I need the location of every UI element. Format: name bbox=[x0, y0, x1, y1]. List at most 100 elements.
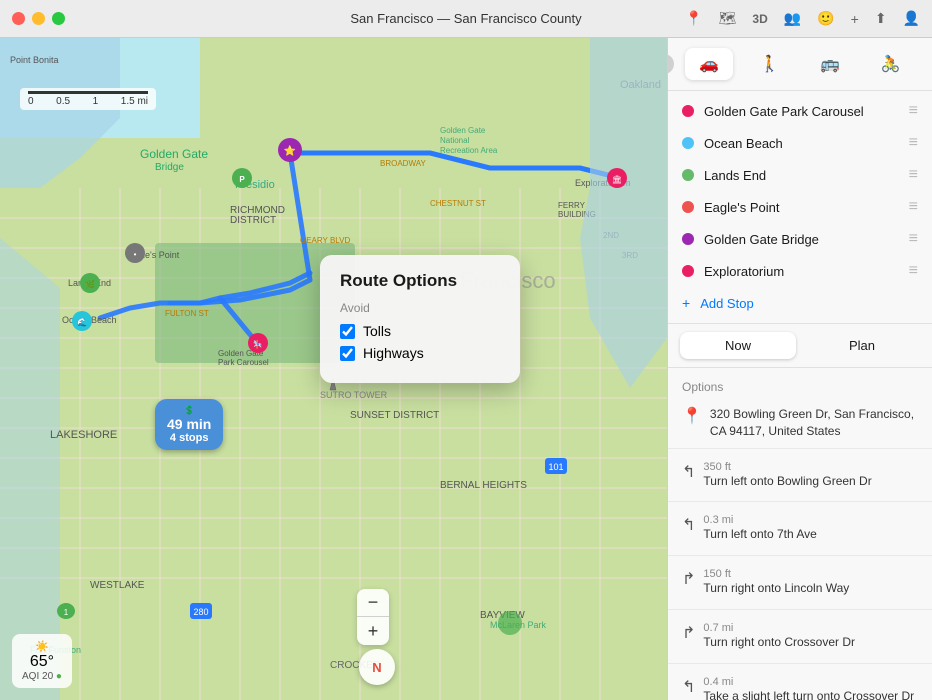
stop-name-lands-end: Lands End bbox=[704, 168, 899, 183]
add-stop-icon: + bbox=[682, 295, 690, 311]
scale-label-1: 1 bbox=[93, 96, 99, 107]
zoom-in-button[interactable]: − bbox=[357, 589, 389, 617]
route-time-badge[interactable]: 💲 49 min 4 stops bbox=[155, 399, 223, 450]
svg-text:SUNSET DISTRICT: SUNSET DISTRICT bbox=[350, 410, 439, 421]
drag-handle-gg-bridge[interactable]: ≡ bbox=[909, 230, 918, 248]
step-dist-2: 0.3 mi bbox=[703, 514, 816, 526]
stop-item-lands-end[interactable]: Lands End ≡ bbox=[668, 159, 932, 191]
right-panel: ✕ 🚗 🚶 🚌 🚴 Golden Gate Park Carousel ≡ Oc… bbox=[667, 38, 932, 700]
route-time: 49 min bbox=[167, 416, 211, 432]
drag-handle-ocean-beach[interactable]: ≡ bbox=[909, 134, 918, 152]
3d-button[interactable]: 3D bbox=[752, 12, 767, 26]
stop-item-eagles-point[interactable]: Eagle's Point ≡ bbox=[668, 191, 932, 223]
maximize-button[interactable] bbox=[52, 12, 65, 25]
titlebar: San Francisco — San Francisco County 📍 🗺… bbox=[0, 0, 932, 38]
stop-dot-exploratorium bbox=[682, 265, 694, 277]
add-button[interactable]: + bbox=[851, 11, 859, 27]
highways-checkbox[interactable] bbox=[340, 346, 355, 361]
stop-item-carousel[interactable]: Golden Gate Park Carousel ≡ bbox=[668, 95, 932, 127]
route-step-4: ↱ 0.7 mi Turn right onto Crossover Dr bbox=[668, 610, 932, 664]
drag-handle-lands-end[interactable]: ≡ bbox=[909, 166, 918, 184]
route-options-title: Route Options bbox=[340, 271, 500, 291]
tolls-checkbox[interactable] bbox=[340, 324, 355, 339]
svg-text:Golden Gate: Golden Gate bbox=[140, 147, 208, 161]
pin-icon[interactable]: 📍 bbox=[685, 10, 702, 27]
tab-walk[interactable]: 🚶 bbox=[746, 48, 794, 80]
svg-text:LAKESHORE: LAKESHORE bbox=[50, 429, 117, 441]
stop-item-gg-bridge[interactable]: Golden Gate Bridge ≡ bbox=[668, 223, 932, 255]
highways-option[interactable]: Highways bbox=[340, 345, 500, 361]
aqi-label: AQI 20 bbox=[22, 671, 53, 682]
svg-text:🎠: 🎠 bbox=[253, 339, 263, 349]
step-text-4: Turn right onto Crossover Dr bbox=[703, 634, 855, 651]
turn-left-icon-5: ↰ bbox=[682, 677, 695, 697]
start-pin-icon: 📍 bbox=[682, 406, 702, 426]
svg-text:101: 101 bbox=[548, 462, 563, 472]
stop-dot-eagles-point bbox=[682, 201, 694, 213]
people-icon[interactable]: 👥 bbox=[784, 10, 801, 27]
tab-transit[interactable]: 🚌 bbox=[806, 48, 854, 80]
tolls-label: Tolls bbox=[363, 323, 391, 339]
stop-item-ocean-beach[interactable]: Ocean Beach ≡ bbox=[668, 127, 932, 159]
step-dist-3: 150 ft bbox=[703, 568, 849, 580]
zoom-out-button[interactable]: + bbox=[357, 617, 389, 645]
svg-text:280: 280 bbox=[193, 607, 208, 617]
svg-text:GEARY BLVD: GEARY BLVD bbox=[300, 236, 350, 245]
add-stop-label: Add Stop bbox=[700, 296, 754, 311]
route-step-5: ↰ 0.4 mi Take a slight left turn onto Cr… bbox=[668, 664, 932, 700]
stop-dot-gg-bridge bbox=[682, 233, 694, 245]
step-detail-5: ↰ 0.4 mi Take a slight left turn onto Cr… bbox=[682, 672, 918, 700]
svg-text:•: • bbox=[134, 250, 137, 259]
close-button[interactable] bbox=[12, 12, 25, 25]
share-icon[interactable]: ⬆ bbox=[875, 10, 887, 27]
stop-dot-ocean-beach bbox=[682, 137, 694, 149]
tab-bike[interactable]: 🚴 bbox=[867, 48, 915, 80]
step-detail-2: ↰ 0.3 mi Turn left onto 7th Ave bbox=[682, 510, 918, 547]
scale-label-1-5: 1.5 mi bbox=[121, 96, 148, 107]
route-options-popup: Route Options Avoid Tolls Highways bbox=[320, 255, 520, 383]
minimize-button[interactable] bbox=[32, 12, 45, 25]
stop-name-carousel: Golden Gate Park Carousel bbox=[704, 104, 899, 119]
svg-text:FULTON ST: FULTON ST bbox=[165, 309, 209, 318]
route-step-1: ↰ 350 ft Turn left onto Bowling Green Dr bbox=[668, 449, 932, 503]
window-title: San Francisco — San Francisco County bbox=[350, 11, 581, 26]
svg-text:🌿: 🌿 bbox=[85, 279, 95, 289]
svg-text:Golden Gate: Golden Gate bbox=[440, 126, 486, 135]
titlebar-icons: 📍 🗺 3D 👥 🙂 + ⬆ 👤 bbox=[685, 10, 920, 27]
turn-left-icon-2: ↰ bbox=[682, 515, 695, 535]
svg-text:WESTLAKE: WESTLAKE bbox=[90, 580, 145, 591]
zoom-controls: − + bbox=[357, 589, 389, 645]
drag-handle-carousel[interactable]: ≡ bbox=[909, 102, 918, 120]
drag-handle-eagles-point[interactable]: ≡ bbox=[909, 198, 918, 216]
svg-text:P: P bbox=[239, 175, 245, 184]
step-detail-4: ↱ 0.7 mi Turn right onto Crossover Dr bbox=[682, 618, 918, 655]
stop-name-exploratorium: Exploratorium bbox=[704, 264, 899, 279]
route-step-2: ↰ 0.3 mi Turn left onto 7th Ave bbox=[668, 502, 932, 556]
tolls-option[interactable]: Tolls bbox=[340, 323, 500, 339]
route-step-start: 📍 320 Bowling Green Dr, San Francisco, C… bbox=[668, 398, 932, 449]
drag-handle-exploratorium[interactable]: ≡ bbox=[909, 262, 918, 280]
scale-label-0: 0 bbox=[28, 96, 34, 107]
compass[interactable]: N bbox=[359, 649, 395, 685]
options-section[interactable]: Options 📍 320 Bowling Green Dr, San Fran… bbox=[668, 368, 932, 700]
stops-list: Golden Gate Park Carousel ≡ Ocean Beach … bbox=[668, 91, 932, 324]
add-stop-button[interactable]: + Add Stop bbox=[668, 287, 932, 319]
svg-text:National: National bbox=[440, 136, 470, 145]
tab-drive[interactable]: 🚗 bbox=[685, 48, 733, 80]
svg-text:Recreation Area: Recreation Area bbox=[440, 146, 498, 155]
smiley-icon[interactable]: 🙂 bbox=[817, 10, 834, 27]
user-icon[interactable]: 👤 bbox=[903, 10, 920, 27]
route-stops: 4 stops bbox=[170, 432, 209, 444]
stop-item-exploratorium[interactable]: Exploratorium ≡ bbox=[668, 255, 932, 287]
transport-tabs: ✕ 🚗 🚶 🚌 🚴 bbox=[668, 38, 932, 91]
svg-text:FERRY: FERRY bbox=[558, 201, 586, 210]
aqi-value: AQI 20 ● bbox=[22, 671, 62, 682]
stop-name-gg-bridge: Golden Gate Bridge bbox=[704, 232, 899, 247]
map-icon[interactable]: 🗺 bbox=[719, 10, 737, 27]
step-text-1: Turn left onto Bowling Green Dr bbox=[703, 473, 871, 490]
svg-text:Point Bonita: Point Bonita bbox=[10, 55, 59, 65]
compass-label: N bbox=[372, 660, 381, 675]
now-button[interactable]: Now bbox=[680, 332, 796, 359]
close-panel-button[interactable]: ✕ bbox=[667, 54, 674, 74]
plan-button[interactable]: Plan bbox=[804, 332, 920, 359]
